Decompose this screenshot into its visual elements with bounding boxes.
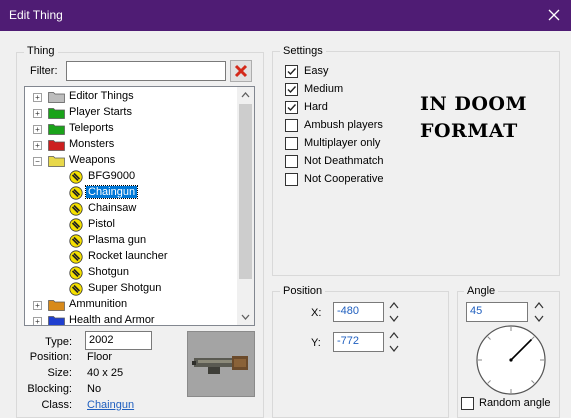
flag-checkbox[interactable]	[285, 137, 298, 150]
flag-label: Not Cooperative	[304, 173, 384, 185]
folder-icon	[48, 300, 65, 311]
expand-icon[interactable]: +	[33, 109, 42, 118]
checkmark-icon	[287, 68, 297, 76]
weapon-icon	[69, 234, 83, 248]
position-info-label: Position:	[29, 351, 72, 363]
flag-label: Medium	[304, 83, 344, 95]
blocking-value: No	[87, 383, 102, 395]
y-spinner-icon[interactable]	[388, 330, 400, 354]
class-link[interactable]: Chaingun	[87, 399, 134, 411]
thing-group-label: Thing	[24, 45, 58, 57]
angle-group-label: Angle	[464, 285, 499, 297]
tree-category-label: Weapons	[69, 154, 116, 166]
scroll-down-arrow-icon[interactable]	[241, 312, 250, 321]
position-group-label: Position	[280, 285, 326, 297]
flag-checkbox[interactable]	[285, 119, 298, 132]
clear-icon	[234, 64, 248, 78]
weapon-icon	[69, 186, 83, 200]
tree-category-label: Monsters	[69, 138, 115, 150]
size-label: Size:	[47, 367, 72, 379]
format-note-line1: IN DOOM	[420, 93, 527, 115]
random-angle-label: Random angle	[479, 397, 551, 409]
settings-group-label: Settings	[280, 45, 326, 57]
collapse-icon[interactable]: −	[33, 157, 42, 166]
tree-category-label: Ammunition	[69, 298, 128, 310]
tree-item-label: Rocket launcher	[88, 250, 168, 262]
position-info-value: Floor	[87, 351, 113, 363]
flag-label: Easy	[304, 65, 329, 77]
folder-icon	[48, 92, 65, 103]
flag-checkbox[interactable]	[285, 173, 298, 186]
tree-item-label: Pistol	[88, 218, 115, 230]
tree-scrollbar[interactable]	[237, 87, 254, 325]
thing-info: Type: 2002 Position: Floor Size: 40 x 25…	[0, 330, 190, 418]
angle-dial[interactable]	[474, 323, 548, 397]
angle-input[interactable]: 45	[466, 302, 528, 322]
checkmark-icon	[287, 104, 297, 112]
flag-checkbox[interactable]	[285, 101, 298, 114]
weapon-icon	[69, 282, 83, 296]
class-label: Class:	[41, 399, 72, 411]
folder-icon	[48, 316, 65, 325]
expand-icon[interactable]: +	[33, 125, 42, 134]
expand-icon[interactable]: +	[33, 93, 42, 102]
x-input[interactable]: -480	[333, 302, 384, 322]
tree-item-label: Shotgun	[88, 266, 129, 278]
weapon-icon	[69, 218, 83, 232]
flag-label: Multiplayer only	[304, 137, 381, 149]
tree-item-label: Chainsaw	[88, 202, 137, 214]
flag-checkbox[interactable]	[285, 83, 298, 96]
weapon-icon	[69, 202, 83, 216]
tree-item-label: Super Shotgun	[88, 282, 162, 294]
type-input[interactable]: 2002	[85, 331, 152, 350]
x-label: X:	[311, 307, 322, 319]
tree-category-label: Teleports	[69, 122, 114, 134]
sprite-preview	[187, 331, 255, 397]
thing-tree[interactable]: + Editor Things + Player Starts + Teleports + M…	[24, 86, 255, 326]
expand-icon[interactable]: +	[33, 301, 42, 310]
close-icon[interactable]	[543, 4, 565, 26]
flag-label: Hard	[304, 101, 328, 113]
y-input[interactable]: -772	[333, 332, 384, 352]
flag-label: Ambush players	[304, 119, 383, 131]
clear-filter-button[interactable]	[230, 60, 252, 82]
flag-checkbox[interactable]	[285, 155, 298, 168]
folder-icon	[48, 124, 65, 135]
tree-item-label-selected: Chaingun	[84, 185, 139, 199]
filter-input[interactable]	[66, 61, 226, 81]
weapon-icon	[69, 266, 83, 280]
tree-category-label: Editor Things	[69, 90, 134, 102]
tree-item-label: Plasma gun	[88, 234, 147, 246]
scroll-up-arrow-icon[interactable]	[241, 91, 250, 100]
flag-label: Not Deathmatch	[304, 155, 384, 167]
format-note-line2: FORMAT	[420, 120, 518, 142]
weapon-icon	[69, 250, 83, 264]
folder-open-icon	[48, 156, 65, 167]
checkmark-icon	[287, 86, 297, 94]
filter-label: Filter:	[30, 65, 58, 77]
window-title: Edit Thing	[9, 8, 63, 22]
x-spinner-icon[interactable]	[388, 300, 400, 324]
tree-item-label: BFG9000	[88, 170, 136, 182]
size-value: 40 x 25	[87, 367, 124, 379]
folder-icon	[48, 108, 65, 119]
tree-category-label: Health and Armor	[69, 314, 155, 326]
flag-checkbox[interactable]	[285, 65, 298, 78]
folder-icon	[48, 140, 65, 151]
angle-spinner-icon[interactable]	[533, 300, 545, 324]
chaingun-sprite-icon	[188, 332, 254, 396]
blocking-label: Blocking:	[27, 383, 72, 395]
y-label: Y:	[311, 337, 321, 349]
scrollbar-thumb[interactable]	[239, 104, 252, 279]
type-label: Type:	[45, 336, 72, 348]
random-angle-checkbox[interactable]	[461, 397, 474, 410]
tree-category-label: Player Starts	[69, 106, 132, 118]
title-bar: Edit Thing	[0, 0, 571, 31]
weapon-icon	[69, 170, 83, 184]
expand-icon[interactable]: +	[33, 141, 42, 150]
expand-icon[interactable]: +	[33, 317, 42, 325]
